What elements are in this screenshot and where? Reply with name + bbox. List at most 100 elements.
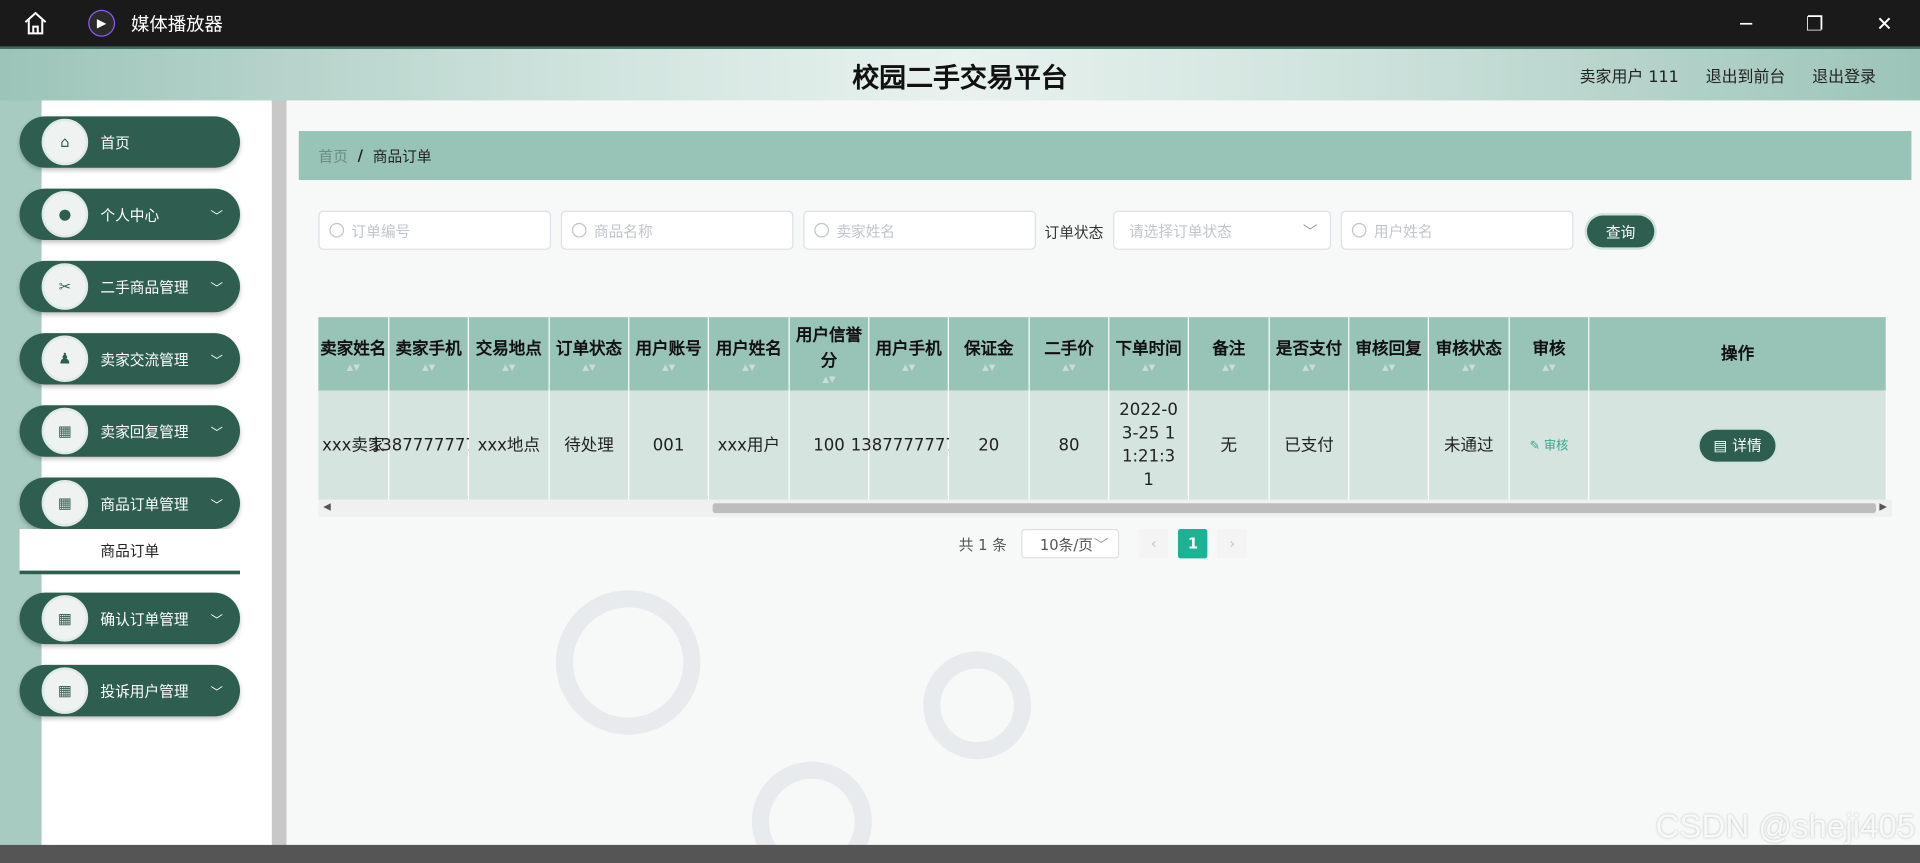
close-button[interactable]: ✕ [1869,7,1901,39]
minimize-button[interactable]: ─ [1730,7,1762,39]
scroll-left-icon[interactable]: ◀ [323,501,331,512]
column-header: 操作 [1589,317,1887,391]
sort-icon: ▲▼ [1542,361,1556,372]
sidebar-divider [271,100,287,848]
order-status-select[interactable]: 请选择订单状态 ﹀ [1113,210,1332,250]
sidebar-item-seller-reply[interactable]: ▦ 卖家回复管理 ﹀ [19,405,241,457]
sort-icon: ▲▼ [346,361,360,372]
search-icon [329,222,345,238]
column-header-label: 用户信誉分 [795,325,863,372]
edit-icon: ✎ [1529,438,1540,453]
column-header-label: 用户账号 [635,338,702,359]
order-no-input[interactable]: 订单编号 [318,210,552,250]
sort-icon: ▲▼ [582,361,596,372]
next-page-button[interactable]: › [1217,528,1247,559]
sort-icon: ▲▼ [661,361,676,372]
seller-icon: ♟ [41,335,89,383]
user-name-placeholder: 用户姓名 [1373,222,1433,240]
table-horizontal-scrollbar[interactable]: ◀ ▶ [318,499,1892,517]
table-cell: 13877777777 [371,390,486,501]
sidebar-item-home[interactable]: ⌂ 首页 [19,116,241,168]
column-header[interactable]: 用户信誉分 ▲▼ [789,317,870,391]
goods-icon: ✂ [41,263,89,310]
sidebar-item-complaints[interactable]: ▦ 投诉用户管理 ﹀ [19,664,241,717]
pagination: 共 1 条 10条/页 ﹀ ‹ 1 › [959,528,1247,559]
restore-button[interactable]: ❐ [1799,7,1831,39]
column-header[interactable]: 用户手机 ▲▼ [869,317,949,391]
grid-icon: ▦ [41,407,89,455]
logout-link[interactable]: 退出登录 [1812,64,1876,87]
page-number-current[interactable]: 1 [1178,528,1208,559]
goods-name-input[interactable]: 商品名称 [560,210,794,250]
column-header[interactable]: 审核回复 ▲▼ [1349,317,1429,391]
scroll-right-icon[interactable]: ▶ [1879,501,1887,512]
search-icon [814,222,829,238]
column-header[interactable]: 是否支付 ▲▼ [1269,317,1350,391]
scrollbar-thumb[interactable] [712,503,1876,514]
sort-icon: ▲▼ [1302,361,1316,372]
query-button[interactable]: 查询 [1586,215,1655,248]
table-cell: ▤ 详情 [1589,390,1887,501]
media-player-logo-icon: ▶ [88,9,116,37]
column-header[interactable]: 卖家姓名 ▲▼ [318,317,390,391]
chevron-down-icon: ﹀ [210,498,223,513]
background-decoration [751,761,872,848]
column-header[interactable]: 二手价 ▲▼ [1029,317,1110,391]
column-header[interactable]: 交易地点 ▲▼ [468,317,550,391]
sidebar-item-goods[interactable]: ✂ 二手商品管理 ﹀ [19,260,241,313]
home-icon: ⌂ [41,118,89,166]
column-header[interactable]: 备注 ▲▼ [1188,317,1270,391]
user-name-input[interactable]: 用户姓名 [1340,210,1574,250]
column-header[interactable]: 订单状态 ▲▼ [549,317,630,391]
sidebar-item-personal-center[interactable]: ● 个人中心 ﹀ [19,188,241,241]
sort-icon: ▲▼ [982,361,996,372]
column-header[interactable]: 保证金 ▲▼ [948,317,1030,391]
table-cell: 13877777777 [851,390,966,501]
column-header[interactable]: 审核状态 ▲▼ [1428,317,1510,391]
table-cell: 无 [1188,390,1270,501]
detail-label: 详情 [1732,436,1762,454]
table-cell: 已支付 [1269,390,1350,501]
column-header-label: 审核回复 [1355,338,1422,359]
seller-name-placeholder: 卖家姓名 [836,222,896,240]
breadcrumb-home-link[interactable]: 首页 [318,145,347,166]
chevron-down-icon: ﹀ [210,354,223,368]
column-header-label: 卖家姓名 [320,338,387,359]
sidebar-item-label: 投诉用户管理 [100,682,189,700]
audit-link[interactable]: ✎ 审核 [1530,434,1569,457]
table-cell: 80 [1029,390,1110,501]
app-header: 校园二手交易平台 卖家用户 111 退出到前台 退出登录 [0,46,1920,103]
sidebar-item-confirm-orders[interactable]: ▦ 确认订单管理 ﹀ [19,592,241,645]
orders-table: 卖家姓名 ▲▼ 卖家手机 ▲▼ 交易地点 ▲▼ 订单状态 ▲▼ 用户账号 ▲▼ 用户姓名 ▲… [318,317,1891,501]
grid-icon: ▦ [41,480,89,527]
back-to-front-link[interactable]: 退出到前台 [1706,64,1786,87]
chevron-down-icon: ﹀ [210,614,223,628]
background-decoration [555,590,701,735]
column-header-label: 审核状态 [1435,338,1502,359]
audit-label: 审核 [1543,438,1569,453]
page-size-select[interactable]: 10条/页 ﹀ [1021,528,1120,559]
detail-button[interactable]: ▤ 详情 [1699,429,1776,462]
column-header[interactable]: 下单时间 ▲▼ [1109,317,1189,391]
column-header[interactable]: 审核 ▲▼ [1509,317,1590,391]
column-header[interactable]: 用户账号 ▲▼ [629,317,709,391]
column-header-label: 二手价 [1044,338,1094,359]
watermark: CSDN @sheji405 [1655,808,1916,845]
table-cell: ✎ 审核 [1509,390,1590,501]
sidebar-subitem-goods-order[interactable]: 商品订单 [19,528,241,575]
chevron-down-icon: ﹀ [210,686,223,700]
seller-name-input[interactable]: 卖家姓名 [803,210,1036,250]
column-header[interactable]: 卖家手机 ▲▼ [389,317,469,391]
table-row: xxx卖家 13877777777 xxx地点 待处理 001 xxx用户 10… [318,390,1891,501]
sidebar-item-seller-exchange[interactable]: ♟ 卖家交流管理 ﹀ [19,333,241,385]
column-header-label: 用户手机 [875,338,942,359]
home-icon[interactable] [22,10,49,37]
sidebar-item-goods-orders[interactable]: ▦ 商品订单管理 ﹀ [19,477,241,529]
prev-page-button[interactable]: ‹ [1139,528,1169,559]
order-no-placeholder: 订单编号 [351,222,411,240]
window-titlebar: ▶ 媒体播放器 ─ ❐ ✕ [0,0,1920,47]
column-header[interactable]: 用户姓名 ▲▼ [708,317,790,391]
table-cell: xxx地点 [468,390,550,501]
search-icon [571,222,587,238]
page-size-value: 10条/页 [1039,535,1093,553]
